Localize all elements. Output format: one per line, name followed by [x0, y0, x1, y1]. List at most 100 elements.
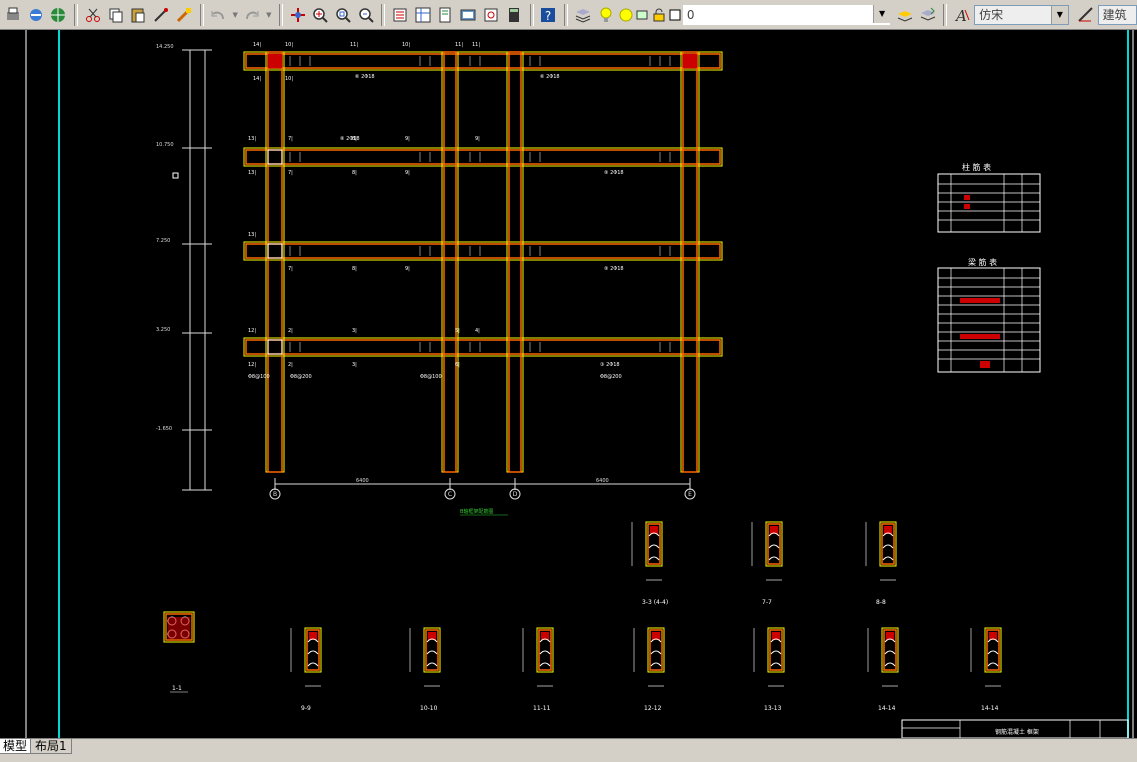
svg-text:1-1: 1-1 [172, 685, 182, 692]
standard-toolbar: ▼ ▼ ? 0 ▼ A 仿宋 ▼ 建筑 [0, 0, 1137, 30]
svg-text:11|: 11| [350, 42, 358, 48]
column-schedule-table: 柱 筋 表 [937, 162, 1041, 233]
svg-text:钢筋混凝土 框架: 钢筋混凝土 框架 [995, 728, 1039, 736]
span-labels: 6400 6400 [356, 478, 609, 484]
svg-text:?: ? [545, 9, 551, 23]
match-properties-icon[interactable] [150, 4, 172, 26]
publish-icon[interactable] [25, 4, 47, 26]
section-label: 9-9 [301, 705, 311, 712]
beam-section-drawing: 7-7 [751, 521, 783, 606]
beam-section-drawing: 13-13 [753, 627, 785, 712]
layer-viewport-freeze-icon [634, 4, 650, 26]
section-label: 11-11 [533, 705, 551, 712]
beam-section-drawing: 8-8 [865, 521, 897, 606]
layer-manager-icon[interactable] [572, 4, 594, 26]
svg-text:⑥ 2Φ18: ⑥ 2Φ18 [355, 74, 375, 80]
properties-icon[interactable] [389, 4, 411, 26]
calculator-icon[interactable] [503, 4, 525, 26]
beam-section-drawing: 14-14 [867, 627, 899, 712]
beam-section-drawing: 14-14 [970, 627, 1002, 712]
section-label: 3-3 (4-4) [642, 599, 668, 606]
svg-text:14|: 14| [253, 42, 261, 48]
title-block: 钢筋混凝土 框架 [901, 719, 1129, 738]
web-icon[interactable] [47, 4, 69, 26]
svg-text:Φ8@200: Φ8@200 [600, 374, 622, 380]
svg-text:-1.650: -1.650 [156, 426, 172, 432]
dimension-style-select[interactable]: 建筑 [1097, 4, 1137, 25]
toolbar-separator [199, 3, 204, 26]
layout-tabs: 模型 布局1 [0, 738, 1137, 762]
copy-icon[interactable] [105, 4, 127, 26]
redo-dropdown-icon[interactable]: ▼ [264, 4, 274, 26]
layer-previous-icon[interactable] [917, 4, 939, 26]
tab-layout1[interactable]: 布局1 [30, 739, 72, 754]
dimension-style-value: 建筑 [1102, 8, 1127, 22]
redo-icon[interactable] [241, 4, 263, 26]
tab-model[interactable]: 模型 [0, 739, 33, 754]
tool-palettes-icon[interactable] [435, 4, 457, 26]
svg-text:10|: 10| [285, 42, 293, 48]
layer-select[interactable]: 0 ▼ [682, 4, 891, 25]
section-label: 8-8 [876, 599, 886, 606]
pan-icon[interactable] [287, 4, 309, 26]
svg-text:⑧ 2Φ18: ⑧ 2Φ18 [340, 136, 360, 142]
svg-text:⑨ 2Φ18: ⑨ 2Φ18 [604, 266, 624, 272]
zoom-previous-icon[interactable] [355, 4, 377, 26]
drawing-canvas[interactable]: 14.250 10.750 7.250 3.250 -1.650 14| 10|… [0, 30, 1137, 757]
section-label: 12-12 [644, 705, 662, 712]
svg-text:7|: 7| [288, 170, 293, 176]
svg-text:12|: 12| [248, 328, 256, 334]
svg-text:③ 2Φ18: ③ 2Φ18 [600, 362, 620, 368]
section-label: 14-14 [981, 705, 999, 712]
make-object-layer-current-icon[interactable] [894, 4, 916, 26]
svg-text:11|: 11| [455, 42, 463, 48]
svg-text:梁 筋 表: 梁 筋 表 [968, 257, 997, 267]
design-center-icon[interactable] [412, 4, 434, 26]
paste-icon[interactable] [127, 4, 149, 26]
undo-icon[interactable] [208, 4, 230, 26]
svg-text:10|: 10| [285, 76, 293, 82]
svg-text:Φ8@200: Φ8@200 [290, 374, 312, 380]
section-label: 7-7 [762, 599, 772, 606]
frame-annotations: 14| 10| 11| 10| 11| 11| 14| 10| ⑥ 2Φ18 ⑥ 2Φ18 13… [248, 42, 624, 380]
svg-text:10|: 10| [402, 42, 410, 48]
block-editor-icon[interactable] [173, 4, 195, 26]
print-icon[interactable] [2, 4, 24, 26]
beam-section-drawing: 3-3 (4-4) [631, 521, 668, 606]
text-style-icon[interactable]: A [951, 4, 973, 26]
axis-bubbles [269, 488, 696, 500]
toolbar-separator [381, 3, 386, 26]
layer-color-swatch-icon [668, 4, 682, 26]
section-label: 14-14 [878, 705, 896, 712]
svg-text:14|: 14| [253, 76, 261, 82]
svg-text:Φ8@100: Φ8@100 [420, 374, 442, 380]
svg-text:6400: 6400 [356, 478, 369, 484]
svg-text:E: E [688, 491, 692, 498]
markup-icon[interactable] [480, 4, 502, 26]
beam-section-drawing: 10-10 [409, 627, 441, 712]
toolbar-separator [278, 3, 283, 26]
svg-text:2|: 2| [288, 362, 293, 368]
beam-sections: 3-3 (4-4) 7-7 8-8 9-9 10-10 11-11 12-12 13-13 14… [290, 521, 1002, 712]
svg-text:9|: 9| [405, 136, 410, 142]
small-marker [172, 172, 179, 179]
dimension-style-icon[interactable] [1075, 4, 1097, 26]
axis-bubble-labels: B C D E [273, 491, 692, 498]
svg-text:13|: 13| [248, 170, 256, 176]
cad-drawing: 14.250 10.750 7.250 3.250 -1.650 14| 10|… [25, 30, 1134, 738]
text-style-value: 仿宋 [979, 8, 1004, 22]
elevation-dimensions [182, 49, 212, 491]
undo-dropdown-icon[interactable]: ▼ [230, 4, 240, 26]
layer-on-icon [595, 4, 617, 26]
frame-columns [265, 51, 700, 473]
svg-text:3|: 3| [352, 362, 357, 368]
svg-text:2|: 2| [288, 328, 293, 334]
frame-beams [243, 51, 723, 357]
svg-text:⑨ 2Φ18: ⑨ 2Φ18 [604, 170, 624, 176]
help-icon[interactable]: ? [538, 4, 560, 26]
zoom-realtime-icon[interactable] [309, 4, 331, 26]
text-style-select[interactable]: 仿宋 ▼ [974, 4, 1069, 25]
sheet-set-icon[interactable] [458, 4, 480, 26]
cut-icon[interactable] [82, 4, 104, 26]
zoom-window-icon[interactable] [332, 4, 354, 26]
